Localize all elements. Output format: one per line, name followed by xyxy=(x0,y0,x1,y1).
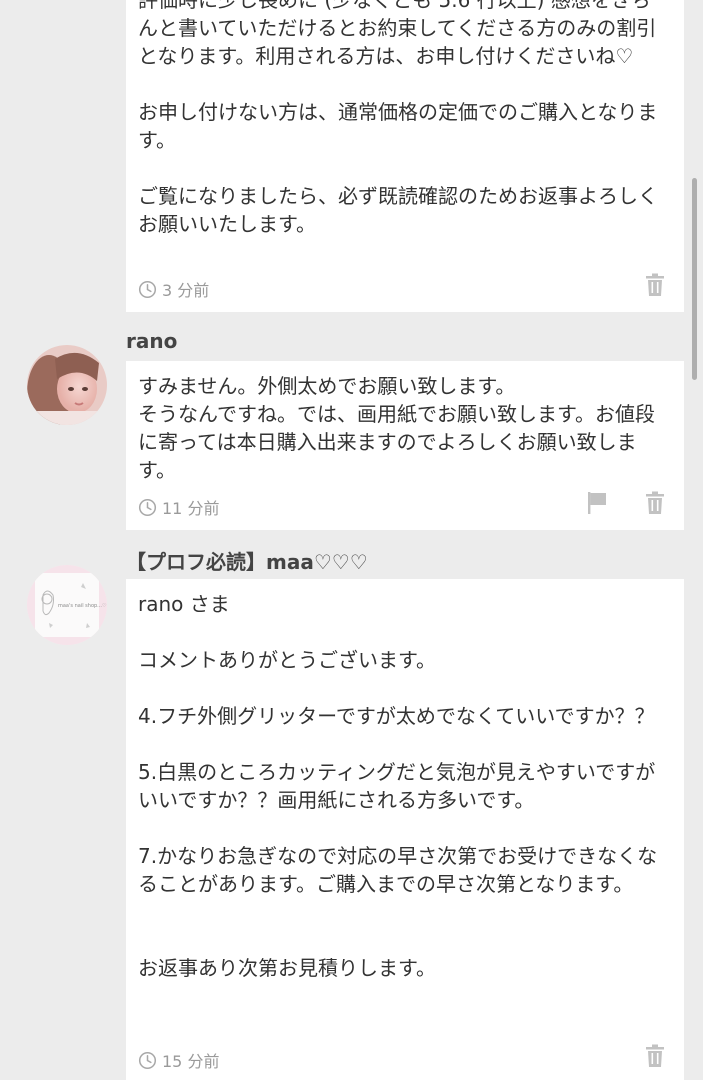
comment-bubble: 評価時に少し長めに (少なくとも 5.6 行以上) 感想をきちんと書いていただけ… xyxy=(126,0,684,312)
flag-icon[interactable] xyxy=(586,491,608,515)
avatar-logo: maa's nail shop...♡ xyxy=(27,565,107,645)
comment-author: rano xyxy=(126,329,178,353)
timestamp-text: 15 分前 xyxy=(162,1052,220,1071)
comment-bubble: すみません。外側太めでお願い致します。 そうなんですね。では、画用紙でお願い致し… xyxy=(126,361,684,530)
trash-icon[interactable] xyxy=(644,1044,666,1068)
trash-icon[interactable] xyxy=(644,491,666,515)
comment-author: 【プロフ必読】maa♡♡♡ xyxy=(126,550,368,574)
comment-bubble: rano さま コメントありがとうございます。 4.フチ外側グリッターですが太め… xyxy=(126,579,684,1080)
clock-icon xyxy=(138,280,157,298)
comment-timestamp: 15 分前 xyxy=(138,1048,219,1072)
comment-text: 評価時に少し長めに (少なくとも 5.6 行以上) 感想をきちんと書いていただけ… xyxy=(138,0,658,236)
trash-icon[interactable] xyxy=(644,273,666,297)
clock-icon xyxy=(138,1051,157,1069)
scrollbar[interactable] xyxy=(692,178,697,380)
avatar-rano[interactable] xyxy=(27,345,107,425)
comment-text: すみません。外側太めでお願い致します。 そうなんですね。では、画用紙でお願い致し… xyxy=(138,374,655,482)
avatar-maa[interactable]: maa's nail shop...♡ xyxy=(27,565,107,645)
timestamp-text: 3 分前 xyxy=(162,281,210,300)
avatar-logo-text: maa's nail shop...♡ xyxy=(58,603,106,609)
comment-text: rano さま コメントありがとうございます。 4.フチ外側グリッターですが太め… xyxy=(138,592,658,980)
comment-timestamp: 3 分前 xyxy=(138,277,209,301)
comment-timestamp: 11 分前 xyxy=(138,495,219,519)
timestamp-text: 11 分前 xyxy=(162,499,220,518)
avatar-photo xyxy=(27,345,107,425)
clock-icon xyxy=(138,498,157,516)
